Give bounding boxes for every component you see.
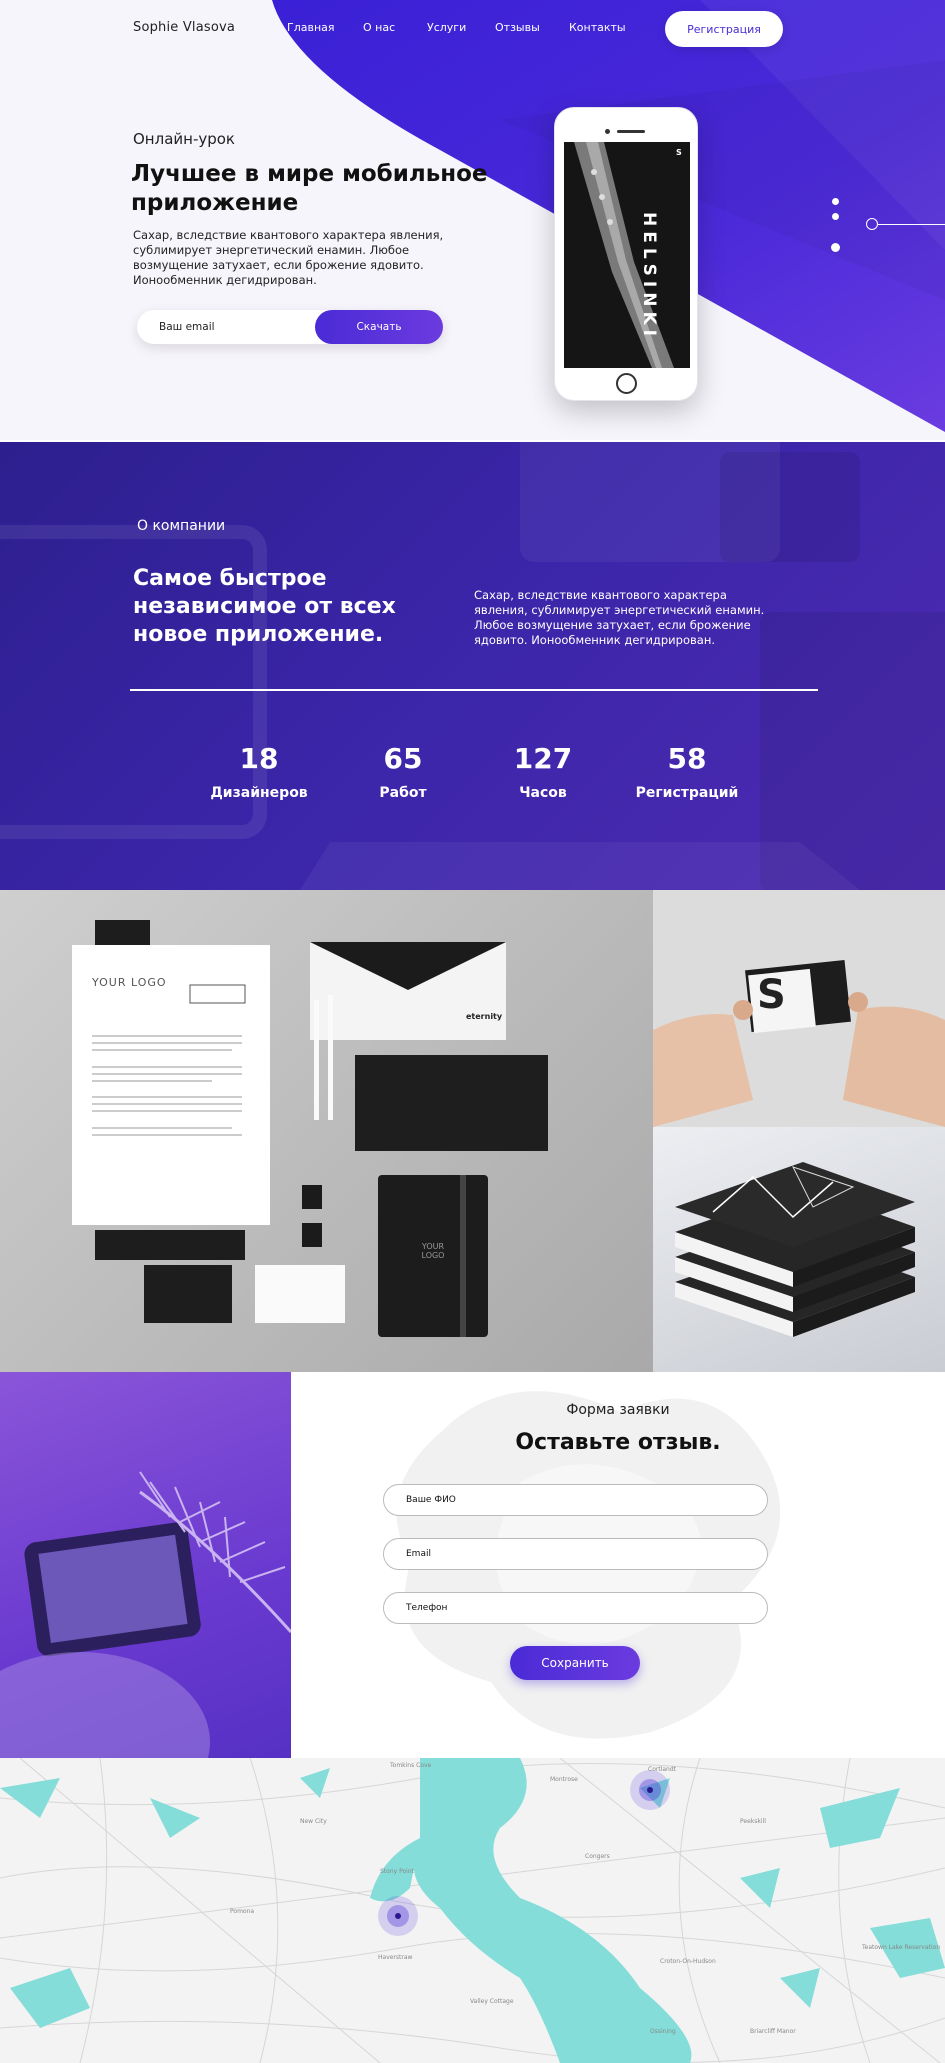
hero-description: Сахар, вследствие квантового характера я… [133, 228, 444, 287]
card-letter: S [757, 972, 786, 1018]
phone-home-button [616, 373, 637, 394]
hero-section: Sophie Vlasova Главная О нас Услуги Отзы… [0, 0, 945, 440]
phone-mockup: HELSINKI S [554, 107, 698, 401]
stat-label: Работ [379, 785, 427, 801]
phone-screen: HELSINKI S [564, 142, 690, 368]
devices-background [0, 442, 945, 890]
nav-contacts[interactable]: Контакты [569, 21, 626, 34]
scroll-indicator-icon [866, 218, 878, 230]
hero-background [272, 0, 945, 432]
map-place-label: Briarcliff Manor [750, 2028, 796, 2035]
stat-label: Дизайнеров [210, 785, 308, 801]
name-field[interactable] [383, 1484, 768, 1516]
stationery-mockup-image[interactable]: YOUR LOGO eternity YOUR LOGO [0, 890, 653, 1372]
nav-services[interactable]: Услуги [427, 21, 466, 34]
phone-headline: HELSINKI [639, 212, 659, 341]
books-stack-image[interactable] [653, 1127, 945, 1372]
about-label: О компании [137, 518, 226, 534]
envelope-brand: eternity [466, 1012, 503, 1021]
map-place-label: Cortlandt [648, 1766, 676, 1773]
notebook-logo: YOUR LOGO [421, 1242, 445, 1260]
stat-label: Регистраций [635, 785, 739, 801]
map-place-label: Stony Point [380, 1868, 414, 1875]
nav-reviews[interactable]: Отзывы [495, 21, 540, 34]
workspace-image [0, 1372, 293, 1758]
map-place-label: Teatown Lake Reservation [862, 1944, 941, 1951]
feedback-section: Форма заявки Оставьте отзыв. Сохранить [0, 1372, 945, 1758]
map-place-label: Croton-On-Hudson [660, 1958, 716, 1965]
email-input[interactable] [159, 310, 309, 344]
slider-dot[interactable] [832, 198, 839, 205]
guitar-image [574, 142, 674, 368]
stat-value: 18 [239, 742, 279, 775]
form-label: Форма заявки [566, 1402, 670, 1418]
map-place-label: Peekskill [740, 1818, 766, 1825]
phone-field[interactable] [383, 1592, 768, 1624]
brand-logo[interactable]: Sophie Vlasova [133, 20, 235, 35]
subscribe-form: Скачать [137, 310, 443, 344]
scroll-indicator-line [878, 224, 945, 225]
hero-eyebrow: Онлайн-урок [133, 130, 235, 148]
hero-title: Лучшее в мире мобильное приложение [131, 161, 488, 216]
map-place-label: Haverstraw [378, 1954, 413, 1961]
business-card-image[interactable]: S [653, 890, 945, 1127]
portfolio-gallery: YOUR LOGO eternity YOUR LOGO S [0, 890, 945, 1372]
nav-about[interactable]: О нас [363, 21, 395, 34]
nav-home[interactable]: Главная [287, 21, 335, 34]
slider-dot-active[interactable] [831, 243, 840, 252]
download-button[interactable]: Скачать [315, 310, 443, 344]
map-place-label: Valley Cottage [470, 1998, 514, 2005]
map-place-label: New City [300, 1818, 327, 1825]
stat-value: 65 [383, 742, 423, 775]
slider-dot[interactable] [832, 213, 839, 220]
about-description: Сахар, вследствие квантового характера я… [474, 588, 765, 647]
about-section: О компании Самое быстрое независимое от … [0, 442, 945, 890]
map-place-label: Montrose [550, 1776, 578, 1783]
register-button[interactable]: Регистрация [665, 11, 783, 47]
email-field[interactable] [383, 1538, 768, 1570]
map-place-label: Ossining [650, 2028, 676, 2035]
save-button[interactable]: Сохранить [510, 1646, 640, 1680]
phone-speaker [617, 130, 645, 133]
form-title: Оставьте отзыв. [515, 1430, 721, 1455]
divider [130, 689, 818, 691]
location-map[interactable]: Tomkins Cove Montrose Cortlandt Haverstr… [0, 1758, 945, 2063]
map-place-label: Tomkins Cove [390, 1762, 432, 1769]
map-canvas[interactable] [0, 1758, 945, 2063]
map-place-label: Congers [585, 1853, 610, 1860]
about-title: Самое быстрое независимое от всех новое … [133, 566, 396, 647]
phone-badge: S [676, 148, 682, 157]
phone-camera [605, 129, 610, 134]
stat-label: Часов [519, 785, 567, 801]
stat-value: 127 [513, 742, 573, 775]
logo-placeholder-text: YOUR LOGO [92, 976, 167, 989]
stat-value: 58 [667, 742, 707, 775]
map-place-label: Pomona [230, 1908, 255, 1915]
